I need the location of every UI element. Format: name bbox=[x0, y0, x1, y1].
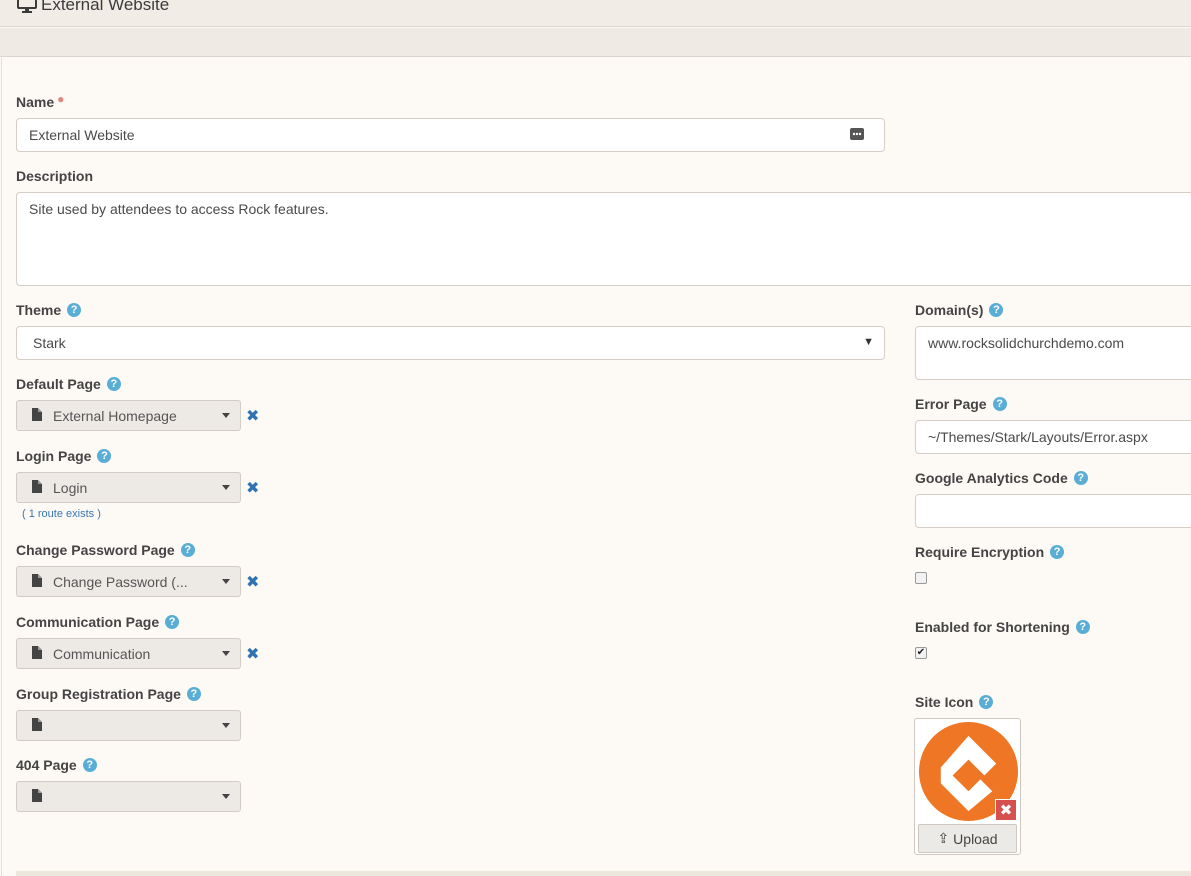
domains-label-text: Domain(s) bbox=[915, 302, 984, 318]
file-icon bbox=[32, 789, 42, 802]
site-icon-label-text: Site Icon bbox=[915, 694, 974, 710]
site-icon-uploader: ✖ ⇪ Upload bbox=[914, 718, 1021, 855]
communication-label-text: Communication Page bbox=[16, 614, 160, 630]
file-icon bbox=[32, 718, 42, 731]
name-label: Name ● bbox=[16, 92, 65, 110]
login-page-label: Login Page? bbox=[16, 448, 112, 464]
google-analytics-input[interactable] bbox=[915, 494, 1191, 528]
enabled-shortening-label: Enabled for Shortening? bbox=[915, 619, 1090, 635]
file-icon bbox=[32, 480, 42, 493]
clear-communication-page-icon[interactable]: ✖ bbox=[246, 644, 259, 664]
require-encryption-label: Require Encryption? bbox=[915, 544, 1065, 560]
clear-default-page-icon[interactable]: ✖ bbox=[246, 406, 259, 426]
login-page-picker[interactable]: Login bbox=[16, 472, 241, 503]
theme-label: Theme? bbox=[16, 302, 82, 318]
login-page-label-text: Login Page bbox=[16, 448, 92, 464]
error-page-label-text: Error Page bbox=[915, 396, 987, 412]
help-icon[interactable]: ? bbox=[180, 543, 195, 557]
theme-select-value: Stark bbox=[33, 335, 66, 351]
domains-label: Domain(s)? bbox=[915, 302, 1004, 318]
communication-page-value: Communication bbox=[53, 646, 151, 662]
page-404-label-text: 404 Page bbox=[16, 757, 77, 773]
caret-down-icon bbox=[222, 723, 230, 728]
change-password-page-value: Change Password (... bbox=[53, 574, 188, 590]
caret-down-icon: ▼ bbox=[863, 336, 874, 348]
clear-change-password-page-icon[interactable]: ✖ bbox=[246, 572, 259, 592]
upload-button[interactable]: ⇪ Upload bbox=[918, 824, 1017, 853]
help-icon[interactable]: ? bbox=[992, 397, 1007, 411]
help-icon[interactable]: ? bbox=[1075, 620, 1090, 634]
require-encryption-checkbox[interactable] bbox=[915, 572, 927, 584]
google-analytics-label: Google Analytics Code? bbox=[915, 470, 1088, 486]
caret-down-icon bbox=[222, 413, 230, 418]
clear-login-page-icon[interactable]: ✖ bbox=[246, 478, 259, 498]
page-title-text: External Website bbox=[41, 0, 170, 14]
panel-heading: External Website bbox=[0, 0, 1191, 27]
help-icon[interactable]: ? bbox=[186, 687, 201, 701]
remove-icon-button[interactable]: ✖ bbox=[995, 799, 1017, 821]
theme-select[interactable]: Stark ▼ bbox=[16, 326, 885, 360]
error-page-input[interactable]: ~/Themes/Stark/Layouts/Error.aspx bbox=[915, 420, 1191, 454]
description-textarea[interactable]: Site used by attendees to access Rock fe… bbox=[16, 192, 1191, 286]
domains-textarea[interactable]: www.rocksolidchurchdemo.com bbox=[915, 326, 1191, 380]
error-page-value: ~/Themes/Stark/Layouts/Error.aspx bbox=[928, 429, 1148, 445]
caret-down-icon bbox=[222, 579, 230, 584]
file-icon bbox=[32, 574, 42, 587]
caret-down-icon bbox=[222, 651, 230, 656]
require-encryption-label-text: Require Encryption bbox=[915, 544, 1045, 560]
help-icon[interactable]: ? bbox=[82, 758, 97, 772]
error-page-label: Error Page? bbox=[915, 396, 1007, 412]
default-page-label: Default Page? bbox=[16, 376, 121, 392]
change-password-page-label: Change Password Page? bbox=[16, 542, 195, 558]
enabled-shortening-checkbox[interactable]: ✔ bbox=[915, 647, 927, 659]
page-404-picker[interactable] bbox=[16, 781, 241, 812]
upload-label: Upload bbox=[953, 830, 998, 847]
change-password-label-text: Change Password Page bbox=[16, 542, 175, 558]
name-input-value: External Website bbox=[29, 127, 135, 143]
communication-page-label: Communication Page? bbox=[16, 614, 180, 630]
caret-down-icon bbox=[222, 485, 230, 490]
communication-page-picker[interactable]: Communication bbox=[16, 638, 241, 669]
google-analytics-label-text: Google Analytics Code bbox=[915, 470, 1068, 486]
default-page-picker[interactable]: External Homepage bbox=[16, 400, 241, 431]
help-icon[interactable]: ? bbox=[165, 615, 180, 629]
help-icon[interactable]: ? bbox=[67, 303, 82, 317]
change-password-page-picker[interactable]: Change Password (... bbox=[16, 566, 241, 597]
group-registration-page-label: Group Registration Page? bbox=[16, 686, 201, 702]
help-icon[interactable]: ? bbox=[1073, 471, 1088, 485]
file-icon bbox=[32, 646, 42, 659]
route-exists-link[interactable]: ( 1 route exists ) bbox=[22, 508, 101, 520]
help-icon[interactable]: ? bbox=[97, 449, 112, 463]
help-icon[interactable]: ? bbox=[979, 695, 994, 709]
description-value: Site used by attendees to access Rock fe… bbox=[29, 201, 329, 217]
enabled-shortening-label-text: Enabled for Shortening bbox=[915, 619, 1070, 635]
default-page-label-text: Default Page bbox=[16, 376, 101, 392]
upload-icon: ⇪ bbox=[937, 830, 950, 846]
theme-label-text: Theme bbox=[16, 302, 62, 318]
site-icon-label: Site Icon? bbox=[915, 694, 994, 710]
login-page-value: Login bbox=[53, 480, 88, 496]
name-input[interactable]: External Website bbox=[16, 118, 885, 152]
group-registration-label-text: Group Registration Page bbox=[16, 686, 181, 702]
help-icon[interactable]: ? bbox=[989, 303, 1004, 317]
description-label-text: Description bbox=[16, 168, 94, 184]
panel-footer bbox=[16, 871, 1191, 876]
panel-subheader bbox=[0, 28, 1191, 57]
file-icon bbox=[32, 408, 42, 421]
monitor-icon bbox=[17, 0, 37, 13]
required-indicator: ● bbox=[57, 92, 65, 106]
description-label: Description bbox=[16, 168, 93, 184]
default-page-value: External Homepage bbox=[53, 408, 177, 424]
page-title: External Website bbox=[17, 0, 169, 15]
caret-down-icon bbox=[222, 794, 230, 799]
name-label-text: Name bbox=[16, 94, 55, 110]
page-404-label: 404 Page? bbox=[16, 757, 97, 773]
help-icon[interactable]: ? bbox=[1050, 545, 1065, 559]
group-registration-page-picker[interactable] bbox=[16, 710, 241, 741]
domains-value: www.rocksolidchurchdemo.com bbox=[928, 335, 1125, 351]
ellipsis-icon[interactable] bbox=[850, 128, 864, 140]
help-icon[interactable]: ? bbox=[106, 377, 121, 391]
